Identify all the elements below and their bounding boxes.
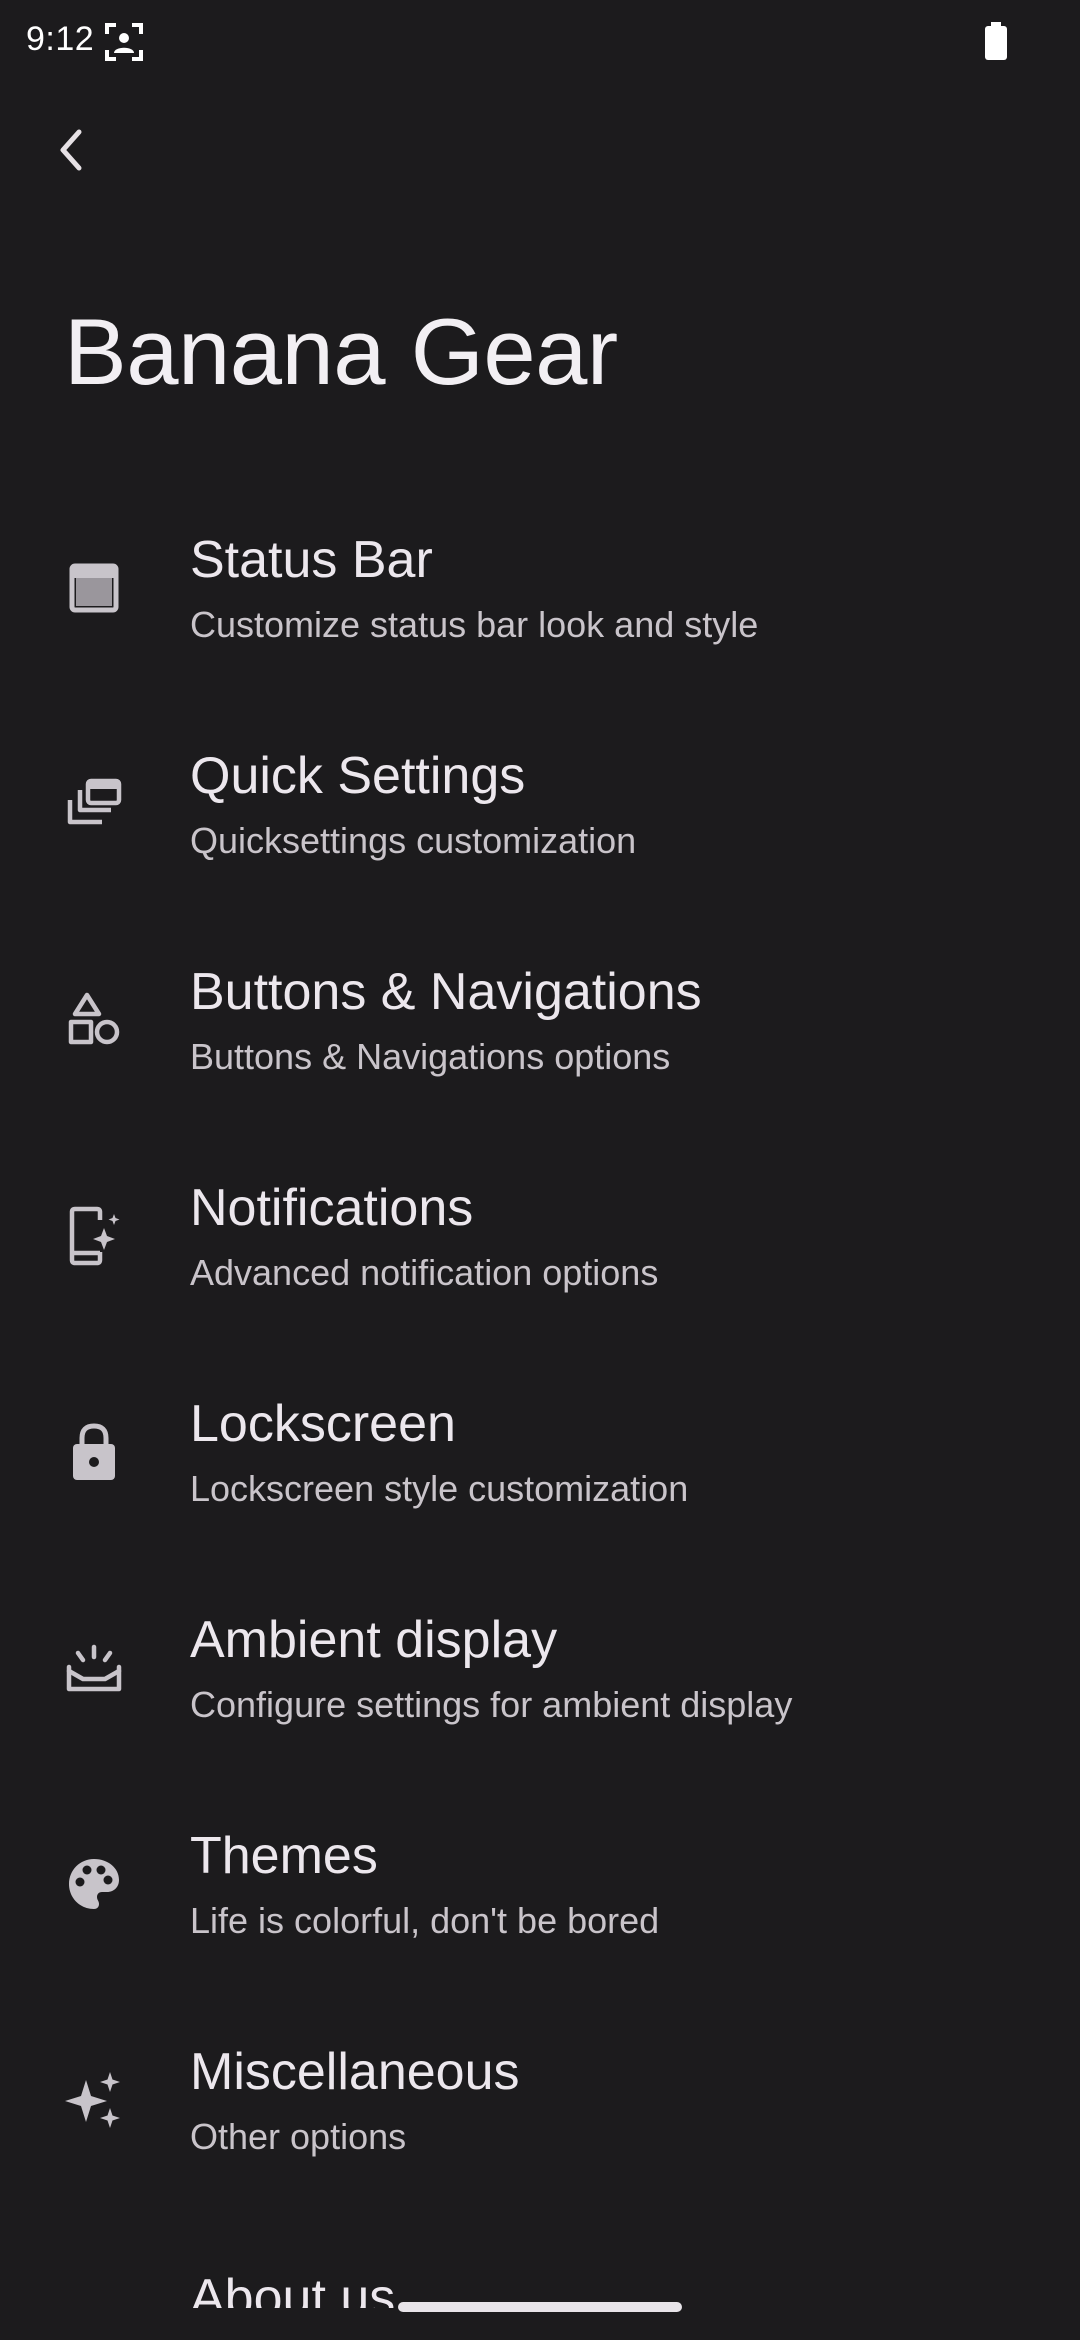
menu-item-title: Ambient display bbox=[190, 1611, 558, 1669]
menu-item-title: Themes bbox=[190, 1827, 378, 1885]
menu-item-title: Lockscreen bbox=[190, 1395, 456, 1453]
menu-item-quick-settings[interactable]: Quick Settings Quicksettings customizati… bbox=[0, 716, 1080, 932]
palette-icon bbox=[62, 1852, 126, 1916]
menu-item-subtitle: Quicksettings customization bbox=[190, 820, 637, 861]
menu-item-lockscreen[interactable]: Lockscreen Lockscreen style customizatio… bbox=[0, 1364, 1080, 1580]
status-time: 9:12 bbox=[26, 20, 95, 58]
menu-item-title: Quick Settings bbox=[190, 747, 526, 805]
page-title: Banana Gear bbox=[64, 299, 618, 404]
menu-item-about-us[interactable]: About us bbox=[0, 2228, 1080, 2308]
face-unlock-icon bbox=[104, 22, 144, 67]
menu-item-title: Status Bar bbox=[190, 531, 433, 589]
status-bar: 9:12 bbox=[0, 0, 1080, 84]
ambient-display-icon bbox=[62, 1636, 126, 1700]
menu-item-subtitle: Configure settings for ambient display bbox=[190, 1684, 793, 1725]
status-bar-icon bbox=[62, 556, 126, 620]
shapes-icon bbox=[62, 988, 126, 1052]
menu-item-title: Miscellaneous bbox=[190, 2043, 520, 2101]
sparkles-icon bbox=[62, 2068, 126, 2132]
back-button[interactable] bbox=[40, 120, 104, 184]
chevron-left-icon bbox=[57, 128, 87, 177]
lock-icon bbox=[62, 1420, 126, 1484]
menu-item-miscellaneous[interactable]: Miscellaneous Other options bbox=[0, 2012, 1080, 2228]
menu-item-buttons-navigations[interactable]: Buttons & Navigations Buttons & Navigati… bbox=[0, 932, 1080, 1148]
notification-sparkle-icon bbox=[62, 1204, 126, 1268]
menu-item-subtitle: Advanced notification options bbox=[190, 1252, 659, 1293]
menu-item-subtitle: Lockscreen style customization bbox=[190, 1468, 689, 1509]
menu-item-title: Buttons & Navigations bbox=[190, 963, 702, 1021]
menu-item-subtitle: Life is colorful, don't be bored bbox=[190, 1900, 660, 1941]
menu-item-subtitle: Other options bbox=[190, 2116, 407, 2157]
menu-item-notifications[interactable]: Notifications Advanced notification opti… bbox=[0, 1148, 1080, 1364]
menu-item-subtitle: Buttons & Navigations options bbox=[190, 1036, 671, 1077]
quick-settings-icon bbox=[62, 772, 126, 836]
menu-item-subtitle: Customize status bar look and style bbox=[190, 604, 759, 645]
menu-item-themes[interactable]: Themes Life is colorful, don't be bored bbox=[0, 1796, 1080, 2012]
settings-menu: Status Bar Customize status bar look and… bbox=[0, 500, 1080, 2308]
battery-icon bbox=[982, 22, 1010, 67]
menu-item-status-bar[interactable]: Status Bar Customize status bar look and… bbox=[0, 500, 1080, 716]
menu-item-ambient-display[interactable]: Ambient display Configure settings for a… bbox=[0, 1580, 1080, 1796]
menu-item-title: Notifications bbox=[190, 1179, 474, 1237]
menu-item-title: About us bbox=[190, 2269, 396, 2308]
gesture-navigation-handle[interactable] bbox=[398, 2302, 682, 2312]
